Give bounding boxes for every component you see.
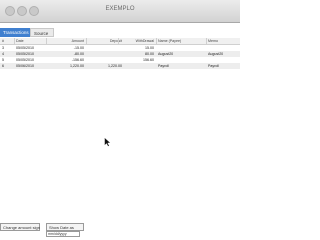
column-divider[interactable] — [118, 38, 119, 44]
window-titlebar: EXEMPLO — [0, 0, 240, 23]
column-divider[interactable] — [14, 38, 15, 44]
change-amount-sign-button[interactable]: Change amount sign — [0, 223, 40, 231]
column-header[interactable]: # — [2, 38, 12, 44]
column-divider[interactable] — [206, 38, 207, 44]
column-divider[interactable] — [156, 38, 157, 44]
table-cell: 1,220.00 — [108, 64, 122, 68]
date-format-select[interactable]: mm/dd/yyyy — [46, 231, 80, 237]
table-cell: 1,220.00 — [70, 64, 84, 68]
table-header-row: # Date Amount Deposit WithDrawal Name (P… — [0, 38, 240, 45]
show-date-as-button[interactable]: Show Date as — [46, 223, 84, 231]
tab-source[interactable]: Source — [30, 28, 54, 37]
table-cell — [120, 63, 154, 69]
table-row[interactable]: 6 05/06/2010 1,220.00 1,220.00 Payroll P… — [0, 63, 240, 69]
tab-bar: Transactions Source — [0, 28, 240, 37]
table-cell: 05/06/2010 — [16, 64, 34, 68]
column-header[interactable]: WithDrawal — [120, 38, 154, 44]
window-title: EXEMPLO — [105, 6, 135, 12]
column-header[interactable]: Memo — [208, 38, 238, 44]
table-cell: Payroll — [208, 64, 219, 68]
column-divider[interactable] — [86, 38, 87, 44]
footer-bar: Change amount sign Show Date as mm/dd/yy… — [0, 222, 240, 237]
column-header[interactable]: Deposit — [88, 38, 122, 44]
tab-transactions[interactable]: Transactions — [0, 28, 30, 37]
table-cell: 6 — [2, 64, 4, 68]
column-header[interactable]: Amount — [48, 38, 84, 44]
arrow-cursor-icon — [104, 137, 112, 147]
column-header[interactable]: Date — [16, 38, 46, 44]
table-cell: Payroll — [158, 64, 169, 68]
column-header[interactable]: Name (Payee) — [158, 38, 204, 44]
column-divider[interactable] — [46, 38, 47, 44]
transactions-table: # Date Amount Deposit WithDrawal Name (P… — [0, 38, 240, 69]
